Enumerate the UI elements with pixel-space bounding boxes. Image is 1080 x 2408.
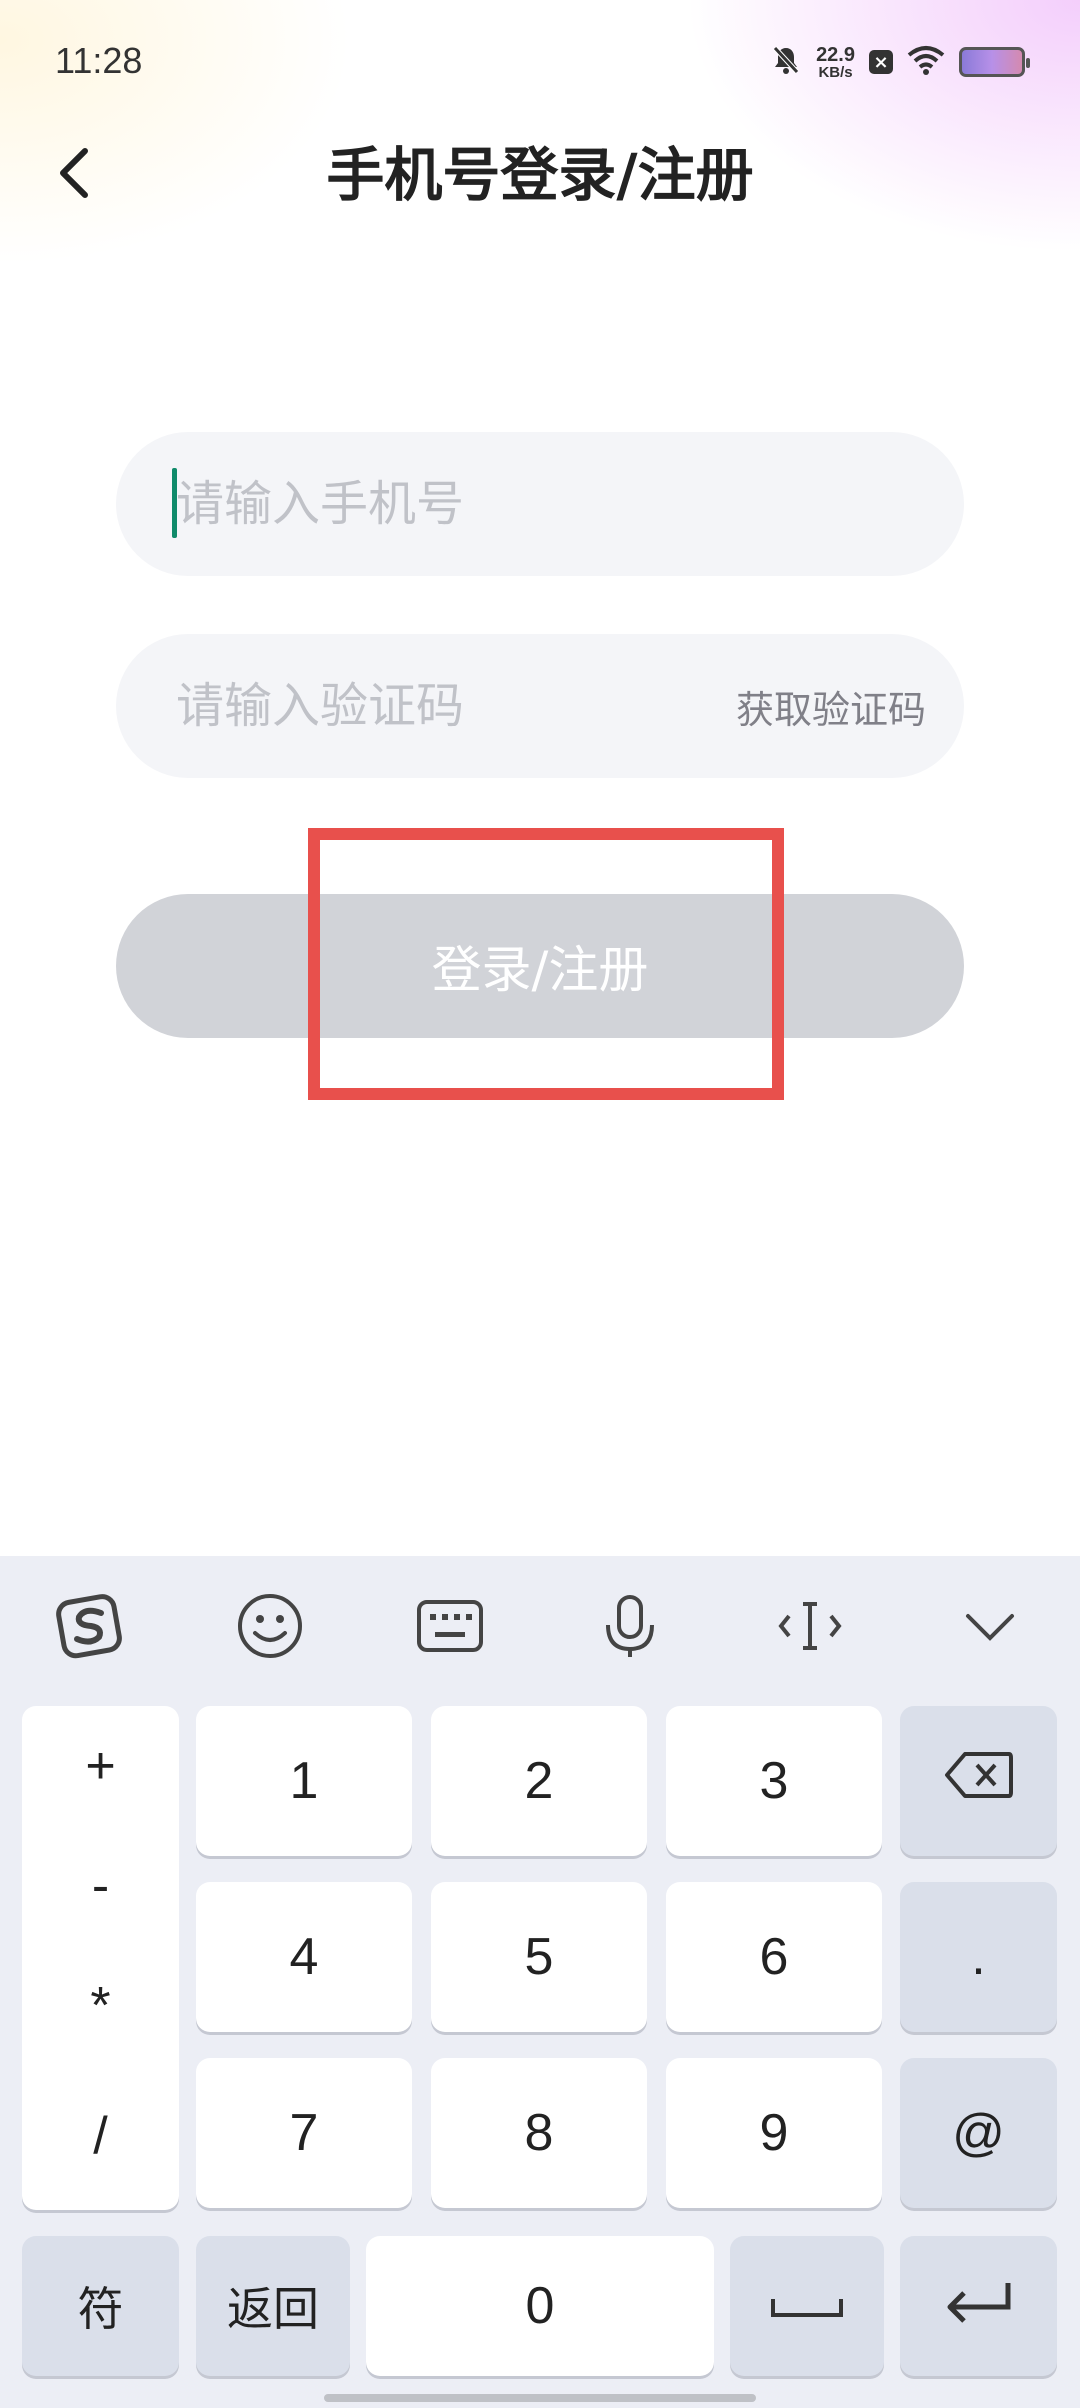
network-speed-unit: KB/s — [818, 63, 853, 81]
phone-field[interactable] — [116, 432, 964, 576]
code-field[interactable]: 获取验证码 — [116, 634, 964, 778]
digit-key-9[interactable]: 9 — [666, 2058, 882, 2208]
status-time: 11:28 — [55, 40, 143, 81]
return-key[interactable]: 返回 — [196, 2236, 350, 2376]
period-key[interactable]: . — [900, 1882, 1057, 2032]
get-code-button[interactable]: 获取验证码 — [736, 679, 926, 734]
close-badge-icon: × — [869, 50, 893, 74]
symbols-key[interactable]: 符 — [22, 2236, 179, 2376]
phone-input[interactable] — [176, 476, 904, 532]
sogou-logo-icon[interactable] — [50, 1586, 130, 1666]
space-bar-icon — [769, 2276, 845, 2336]
network-speed-value: 22.9 — [816, 43, 855, 66]
digit-key-7[interactable]: 7 — [196, 2058, 412, 2208]
symbol-column: + - * / — [22, 1706, 179, 2210]
bell-off-icon — [770, 44, 802, 80]
soft-keyboard: + - * / 1 2 3 4 5 6 . 7 8 9 @ 符 返回 0 — [0, 1556, 1080, 2408]
digit-key-1[interactable]: 1 — [196, 1706, 412, 1856]
digit-key-6[interactable]: 6 — [666, 1882, 882, 2032]
microphone-icon[interactable] — [590, 1586, 670, 1666]
plus-key[interactable]: + — [22, 1736, 179, 1796]
battery-icon — [959, 47, 1030, 77]
digit-key-5[interactable]: 5 — [431, 1882, 647, 2032]
slash-key[interactable]: / — [22, 2106, 179, 2166]
highlight-annotation-box — [308, 828, 784, 1100]
backspace-icon — [943, 1750, 1015, 1813]
cursor-move-icon[interactable] — [770, 1586, 850, 1666]
keyboard-toolbar — [0, 1556, 1080, 1696]
status-bar: 11:28 22.9 KB/s × — [0, 0, 1080, 120]
digit-key-3[interactable]: 3 — [666, 1706, 882, 1856]
enter-arrow-icon — [944, 2276, 1014, 2336]
at-key[interactable]: @ — [900, 2058, 1057, 2208]
digit-key-2[interactable]: 2 — [431, 1706, 647, 1856]
space-key[interactable] — [730, 2236, 884, 2376]
emoji-icon[interactable] — [230, 1586, 310, 1666]
minus-key[interactable]: - — [22, 1856, 179, 1916]
text-cursor — [172, 468, 177, 538]
home-indicator[interactable] — [324, 2394, 756, 2402]
backspace-key[interactable] — [900, 1706, 1057, 1856]
status-icons: 22.9 KB/s × — [770, 40, 1030, 84]
keyboard-icon[interactable] — [410, 1586, 490, 1666]
digit-key-4[interactable]: 4 — [196, 1882, 412, 2032]
collapse-chevron-icon[interactable] — [950, 1586, 1030, 1666]
asterisk-key[interactable]: * — [22, 1976, 179, 2036]
enter-key[interactable] — [900, 2236, 1057, 2376]
page-title: 手机号登录/注册 — [326, 141, 754, 209]
digit-key-8[interactable]: 8 — [431, 2058, 647, 2208]
verification-code-input[interactable] — [176, 678, 736, 734]
network-speed: 22.9 KB/s — [816, 45, 855, 80]
wifi-icon — [907, 45, 945, 79]
digit-key-0[interactable]: 0 — [366, 2236, 714, 2376]
